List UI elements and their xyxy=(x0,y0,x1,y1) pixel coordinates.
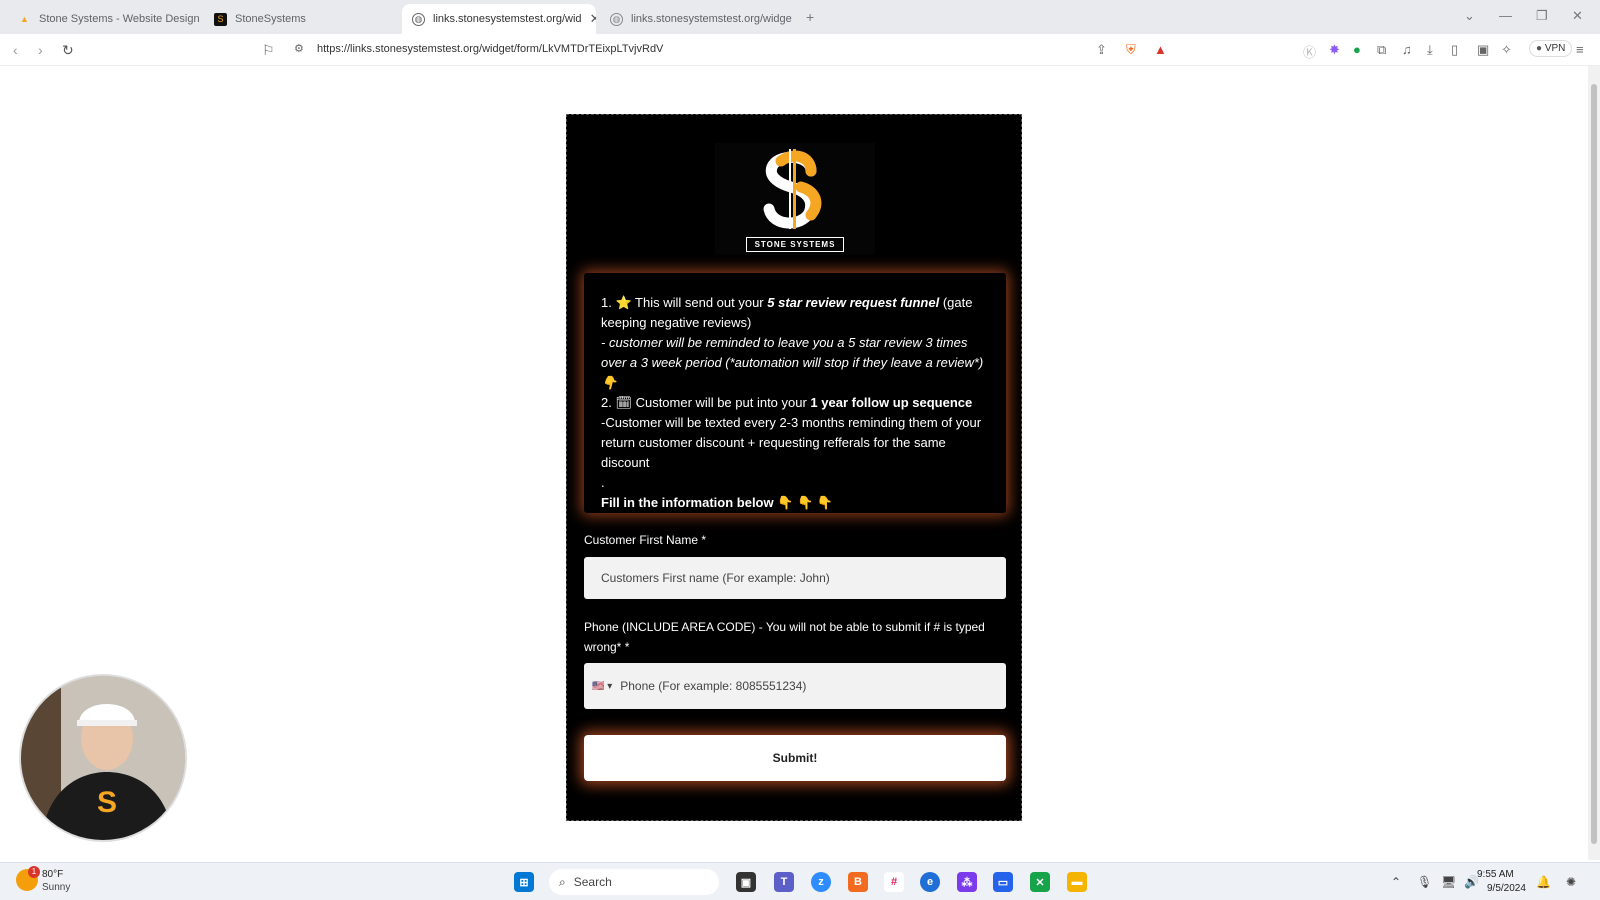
bookmark-icon[interactable]: ⚐ xyxy=(262,42,275,59)
browser-tab-bar: ▲ Stone Systems - Website Design & S Sto… xyxy=(0,0,1600,34)
globe-icon: ◍ xyxy=(610,12,623,26)
vpn-label: VPN xyxy=(1544,43,1566,54)
instruction-line-2: - customer will be reminded to leave you… xyxy=(601,333,989,393)
instruction-1-bold: 5 star review request funnel xyxy=(767,295,940,310)
instruction-3-prefix: 2. 🗓 Customer will be put into your xyxy=(601,395,811,410)
clock-time[interactable]: 9:55 AM xyxy=(1477,869,1514,880)
tab-title: links.stonesystemstest.org/widget/f xyxy=(631,13,792,25)
phone-input[interactable]: 🇺🇸 ▾ Phone (For example: 8085551234) xyxy=(584,663,1006,709)
page-scrollbar[interactable] xyxy=(1588,66,1600,860)
task-view-icon[interactable]: ▣ xyxy=(736,872,756,892)
address-bar[interactable]: ⚙ https://links.stonesystemstest.org/wid… xyxy=(286,38,1186,62)
new-tab-button[interactable]: + xyxy=(806,9,814,25)
copilot-icon[interactable]: ✺ xyxy=(1566,875,1576,889)
grammarly-icon[interactable]: ● xyxy=(1353,42,1361,57)
tray-overflow-chevron-icon[interactable]: ⌃ xyxy=(1391,875,1401,889)
tab-title: Stone Systems - Website Design & xyxy=(39,13,200,25)
country-flag-selector[interactable]: 🇺🇸 ▾ xyxy=(592,681,612,692)
wallet-icon[interactable]: ▣ xyxy=(1477,42,1489,58)
person-avatar-icon: S xyxy=(21,676,185,840)
scrollbar-thumb[interactable] xyxy=(1591,84,1597,844)
first-name-placeholder: Customers First name (For example: John) xyxy=(601,571,830,585)
edge-icon[interactable]: e xyxy=(920,872,940,892)
weather-temp[interactable]: 80°F xyxy=(42,869,63,880)
close-tab-icon[interactable]: ✕ xyxy=(590,11,596,27)
search-icon: ⌕ xyxy=(559,874,566,889)
remote-desktop-icon[interactable]: ▭ xyxy=(993,872,1013,892)
share-icon[interactable]: ⇪ xyxy=(1096,42,1107,58)
media-icon[interactable]: ♫ xyxy=(1402,42,1412,57)
file-explorer-icon[interactable]: ▬ xyxy=(1067,872,1087,892)
globe-icon: ◍ xyxy=(412,12,425,26)
sidebar-icon[interactable]: ▯ xyxy=(1451,42,1458,58)
weather-desc[interactable]: Sunny xyxy=(42,882,70,893)
notification-bell-icon[interactable]: 🔔 xyxy=(1536,875,1551,889)
url-text: https://links.stonesystemstest.org/widge… xyxy=(317,43,664,55)
vpn-button[interactable]: ● VPN xyxy=(1529,40,1573,57)
instruction-line-3: 2. 🗓 Customer will be put into your 1 ye… xyxy=(601,393,989,413)
weather-badge: 1 xyxy=(28,866,40,878)
search-label: Search xyxy=(573,875,612,889)
instruction-line-6: Fill in the information below 👇 👇 👇 xyxy=(601,495,834,510)
webcam-overlay: S xyxy=(19,674,187,842)
close-window-icon[interactable]: ✕ xyxy=(1572,8,1583,24)
svg-text:S: S xyxy=(97,786,117,819)
back-icon[interactable]: ‹ xyxy=(13,42,18,58)
site-settings-icon[interactable]: ⚙ xyxy=(294,42,304,55)
menu-icon[interactable]: ≡ xyxy=(1576,42,1584,57)
review-request-form: STONE SYSTEMS 1. ⭐ This will send out yo… xyxy=(566,114,1022,821)
extensions-icon[interactable]: ⧉ xyxy=(1377,42,1386,58)
tab-title: links.stonesystemstest.org/wid xyxy=(433,13,582,25)
phone-placeholder: Phone (For example: 8085551234) xyxy=(620,679,807,693)
tab-title: StoneSystems xyxy=(235,13,306,25)
reload-icon[interactable]: ↻ xyxy=(62,42,74,59)
slack-icon[interactable]: # xyxy=(884,872,904,892)
tab-stonesystems[interactable]: S StoneSystems xyxy=(204,4,396,34)
instruction-line-1: 1. ⭐ This will send out your 5 star revi… xyxy=(601,293,989,333)
forward-icon[interactable]: › xyxy=(38,42,43,58)
brave-shields-icon[interactable]: ⛨ xyxy=(1126,42,1136,58)
apps-grid-icon[interactable]: ⁂ xyxy=(957,872,977,892)
instruction-2-text: - customer will be reminded to leave you… xyxy=(601,335,984,390)
instruction-3-bold: 1 year follow up sequence xyxy=(810,395,973,410)
brave-icon[interactable]: B xyxy=(848,872,868,892)
stone-systems-logo: STONE SYSTEMS xyxy=(715,143,875,255)
brave-rewards-icon[interactable]: ▲ xyxy=(1154,42,1167,57)
teams-icon[interactable]: T xyxy=(774,872,794,892)
download-icon[interactable]: ⤓ xyxy=(1427,42,1433,58)
extension-k-icon[interactable]: Ⓚ xyxy=(1303,42,1316,61)
zoom-icon[interactable]: z xyxy=(811,872,831,892)
restore-icon[interactable]: ❐ xyxy=(1536,8,1548,24)
stone-systems-logo-mark-icon xyxy=(763,149,822,229)
tab-stone-systems-website[interactable]: ▲ Stone Systems - Website Design & xyxy=(8,4,200,34)
minimize-icon[interactable]: — xyxy=(1499,8,1512,23)
submit-button[interactable]: Submit! xyxy=(584,735,1006,781)
browser-toolbar: ‹ › ↻ ⚐ ⚙ https://links.stonesystemstest… xyxy=(0,34,1600,66)
windows-start-icon[interactable]: ⊞ xyxy=(514,872,534,892)
extension-puzzle-color-icon[interactable]: ✸ xyxy=(1329,42,1340,58)
stonesystems-favicon-icon: S xyxy=(214,12,227,26)
warning-favicon-icon: ▲ xyxy=(20,14,29,24)
phone-label: Phone (INCLUDE AREA CODE) - You will not… xyxy=(584,620,985,654)
first-name-input[interactable]: Customers First name (For example: John) xyxy=(584,557,1006,599)
instruction-line-5: . xyxy=(601,475,605,490)
leo-ai-icon[interactable]: ✧ xyxy=(1501,42,1512,58)
instruction-line-4: -Customer will be texted every 2-3 month… xyxy=(601,415,982,470)
first-name-label: Customer First Name * xyxy=(584,533,707,547)
taskbar-search[interactable]: ⌕ Search xyxy=(549,869,719,895)
network-icon[interactable]: 🖥 xyxy=(1441,875,1456,889)
xbox-icon[interactable]: ✕ xyxy=(1030,872,1050,892)
clock-date[interactable]: 9/5/2024 xyxy=(1487,883,1526,894)
instruction-1-prefix: 1. ⭐ This will send out your xyxy=(601,295,768,310)
vpn-dot-icon: ● xyxy=(1536,43,1543,54)
tab-search-chevron-icon[interactable]: ⌄ xyxy=(1464,8,1475,24)
windows-taskbar: 1 80°F Sunny ⊞ ⌕ Search ▣ T z B # e ⁂ ▭ … xyxy=(0,862,1600,900)
tab-widget-form[interactable]: ◍ links.stonesystemstest.org/widget/f xyxy=(600,4,792,34)
instructions-panel: 1. ⭐ This will send out your 5 star revi… xyxy=(584,273,1006,513)
microphone-icon[interactable]: 🎙 xyxy=(1417,875,1432,889)
tab-widget-form-active[interactable]: ◍ links.stonesystemstest.org/wid ✕ xyxy=(402,4,596,34)
logo-wordmark: STONE SYSTEMS xyxy=(746,237,844,252)
